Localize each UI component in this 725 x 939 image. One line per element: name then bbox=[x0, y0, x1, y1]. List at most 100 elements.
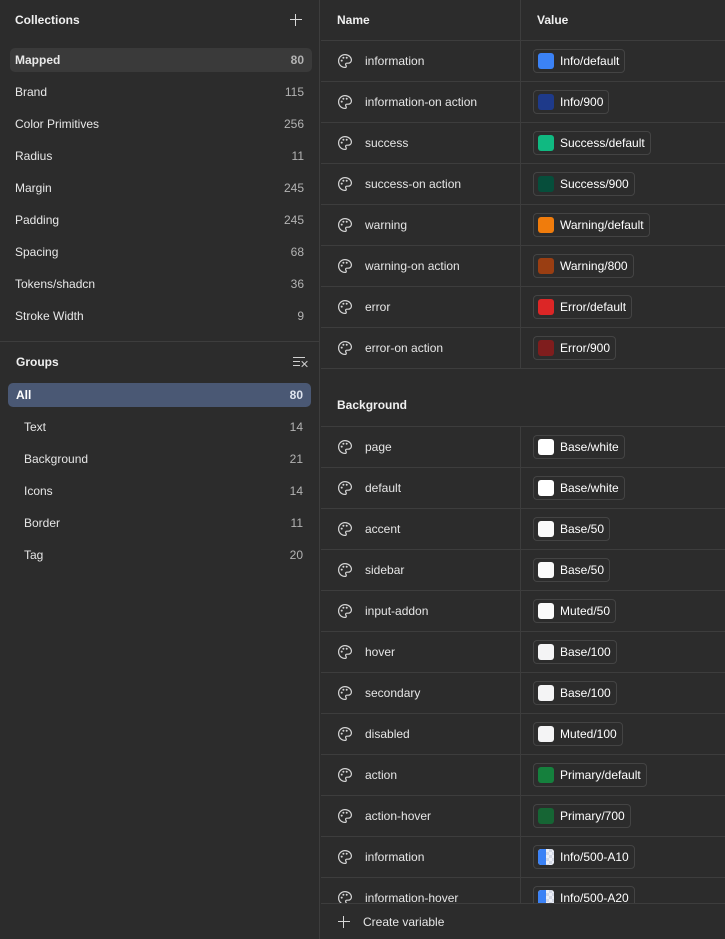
group-item-all[interactable]: All 80 bbox=[8, 383, 311, 407]
variable-name-cell[interactable]: information-on action bbox=[321, 82, 521, 122]
collection-item-radius[interactable]: Radius 11 bbox=[10, 140, 312, 172]
value-alias-pill[interactable]: Primary/default bbox=[533, 763, 647, 787]
table-row[interactable]: success-on action Success/900 bbox=[321, 164, 725, 205]
value-alias-pill[interactable]: Base/100 bbox=[533, 640, 617, 664]
table-row[interactable]: secondary Base/100 bbox=[321, 673, 725, 714]
variable-name-cell[interactable]: input-addon bbox=[321, 591, 521, 631]
value-alias-pill[interactable]: Info/default bbox=[533, 49, 626, 73]
add-collection-icon[interactable] bbox=[289, 13, 303, 27]
table-row[interactable]: information-on action Info/900 bbox=[321, 82, 725, 123]
variable-value-cell[interactable]: Base/white bbox=[521, 468, 725, 508]
variables-table[interactable]: Name Value information Info/default inform… bbox=[321, 0, 725, 903]
table-row[interactable]: action-hover Primary/700 bbox=[321, 796, 725, 837]
column-header-name[interactable]: Name bbox=[321, 0, 521, 40]
value-alias-pill[interactable]: Base/50 bbox=[533, 517, 611, 541]
value-alias-pill[interactable]: Warning/default bbox=[533, 213, 650, 237]
variable-name-cell[interactable]: information bbox=[321, 41, 521, 81]
value-alias-pill[interactable]: Success/900 bbox=[533, 172, 635, 196]
collection-item-brand[interactable]: Brand 115 bbox=[10, 76, 312, 108]
variable-name-cell[interactable]: disabled bbox=[321, 714, 521, 754]
variable-value-cell[interactable]: Success/default bbox=[521, 123, 725, 163]
value-alias-pill[interactable]: Muted/100 bbox=[533, 722, 623, 746]
variable-value-cell[interactable]: Warning/800 bbox=[521, 246, 725, 286]
variable-value-cell[interactable]: Info/500-A20 bbox=[521, 878, 725, 903]
collection-item-stroke-width[interactable]: Stroke Width 9 bbox=[10, 300, 312, 332]
variable-name-cell[interactable]: secondary bbox=[321, 673, 521, 713]
table-row[interactable]: sidebar Base/50 bbox=[321, 550, 725, 591]
table-row[interactable]: accent Base/50 bbox=[321, 509, 725, 550]
table-row[interactable]: input-addon Muted/50 bbox=[321, 591, 725, 632]
variable-name-cell[interactable]: warning bbox=[321, 205, 521, 245]
table-row[interactable]: action Primary/default bbox=[321, 755, 725, 796]
variable-value-cell[interactable]: Info/default bbox=[521, 41, 725, 81]
variable-name-cell[interactable]: action bbox=[321, 755, 521, 795]
variable-name-cell[interactable]: page bbox=[321, 427, 521, 467]
variable-value-cell[interactable]: Error/900 bbox=[521, 328, 725, 368]
table-row[interactable]: disabled Muted/100 bbox=[321, 714, 725, 755]
variable-value-cell[interactable]: Base/100 bbox=[521, 673, 725, 713]
variable-name-cell[interactable]: hover bbox=[321, 632, 521, 672]
clear-filter-icon[interactable] bbox=[293, 356, 307, 368]
variable-name-cell[interactable]: success bbox=[321, 123, 521, 163]
variable-value-cell[interactable]: Base/100 bbox=[521, 632, 725, 672]
value-alias-pill[interactable]: Primary/700 bbox=[533, 804, 631, 828]
value-alias-pill[interactable]: Info/500-A10 bbox=[533, 845, 635, 869]
value-alias-pill[interactable]: Error/default bbox=[533, 295, 633, 319]
create-variable-button[interactable]: Create variable bbox=[321, 903, 725, 939]
group-item-icons[interactable]: Icons 14 bbox=[8, 475, 311, 507]
variable-name-cell[interactable]: error-on action bbox=[321, 328, 521, 368]
table-row[interactable]: information-hover Info/500-A20 bbox=[321, 878, 725, 903]
variable-value-cell[interactable]: Base/white bbox=[521, 427, 725, 467]
variable-name-cell[interactable]: sidebar bbox=[321, 550, 521, 590]
variable-name-cell[interactable]: success-on action bbox=[321, 164, 521, 204]
collection-item-tokens-shadcn[interactable]: Tokens/shadcn 36 bbox=[10, 268, 312, 300]
collection-item-spacing[interactable]: Spacing 68 bbox=[10, 236, 312, 268]
variable-name-cell[interactable]: action-hover bbox=[321, 796, 521, 836]
group-item-text[interactable]: Text 14 bbox=[8, 411, 311, 443]
variable-value-cell[interactable]: Primary/700 bbox=[521, 796, 725, 836]
variable-value-cell[interactable]: Error/default bbox=[521, 287, 725, 327]
variable-value-cell[interactable]: Warning/default bbox=[521, 205, 725, 245]
value-alias-pill[interactable]: Base/50 bbox=[533, 558, 611, 582]
table-row[interactable]: information Info/500-A10 bbox=[321, 837, 725, 878]
table-row[interactable]: error Error/default bbox=[321, 287, 725, 328]
table-row[interactable]: default Base/white bbox=[321, 468, 725, 509]
table-row[interactable]: success Success/default bbox=[321, 123, 725, 164]
variable-name-cell[interactable]: warning-on action bbox=[321, 246, 521, 286]
variable-value-cell[interactable]: Info/500-A10 bbox=[521, 837, 725, 877]
value-alias-pill[interactable]: Muted/50 bbox=[533, 599, 617, 623]
variable-value-cell[interactable]: Base/50 bbox=[521, 509, 725, 549]
variable-name-cell[interactable]: information bbox=[321, 837, 521, 877]
value-alias-pill[interactable]: Base/white bbox=[533, 435, 625, 459]
variable-name-cell[interactable]: error bbox=[321, 287, 521, 327]
value-alias-pill[interactable]: Info/900 bbox=[533, 90, 610, 114]
group-item-background[interactable]: Background 21 bbox=[8, 443, 311, 475]
variable-value-cell[interactable]: Success/900 bbox=[521, 164, 725, 204]
column-header-value[interactable]: Value bbox=[521, 0, 725, 40]
value-alias-pill[interactable]: Success/default bbox=[533, 131, 651, 155]
collection-item-margin[interactable]: Margin 245 bbox=[10, 172, 312, 204]
group-item-border[interactable]: Border 11 bbox=[8, 507, 311, 539]
table-row[interactable]: hover Base/100 bbox=[321, 632, 725, 673]
variable-value-cell[interactable]: Info/900 bbox=[521, 82, 725, 122]
table-row[interactable]: information Info/default bbox=[321, 41, 725, 82]
value-alias-pill[interactable]: Base/100 bbox=[533, 681, 617, 705]
group-item-tag[interactable]: Tag 20 bbox=[8, 539, 311, 571]
table-row[interactable]: page Base/white bbox=[321, 427, 725, 468]
variable-value-cell[interactable]: Base/50 bbox=[521, 550, 725, 590]
value-alias-pill[interactable]: Warning/800 bbox=[533, 254, 634, 278]
variable-name-cell[interactable]: accent bbox=[321, 509, 521, 549]
collection-item-mapped[interactable]: Mapped 80 bbox=[10, 48, 312, 72]
value-alias-pill[interactable]: Info/500-A20 bbox=[533, 886, 635, 903]
collection-item-color-primitives[interactable]: Color Primitives 256 bbox=[10, 108, 312, 140]
table-row[interactable]: warning Warning/default bbox=[321, 205, 725, 246]
variable-name-cell[interactable]: default bbox=[321, 468, 521, 508]
table-row[interactable]: warning-on action Warning/800 bbox=[321, 246, 725, 287]
value-alias-pill[interactable]: Base/white bbox=[533, 476, 625, 500]
variable-value-cell[interactable]: Muted/100 bbox=[521, 714, 725, 754]
variable-name-cell[interactable]: information-hover bbox=[321, 878, 521, 903]
collection-item-padding[interactable]: Padding 245 bbox=[10, 204, 312, 236]
value-alias-pill[interactable]: Error/900 bbox=[533, 336, 617, 360]
table-row[interactable]: error-on action Error/900 bbox=[321, 328, 725, 369]
variable-value-cell[interactable]: Primary/default bbox=[521, 755, 725, 795]
